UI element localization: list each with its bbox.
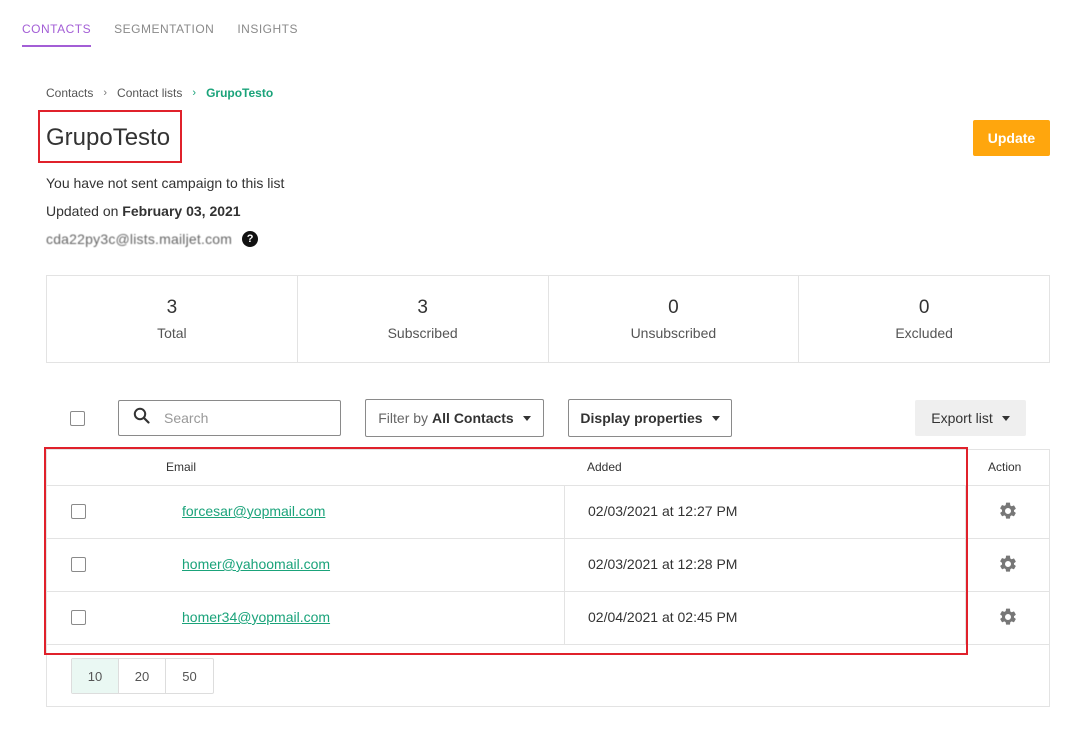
list-address: cda22py3c@lists.mailjet.com <box>46 231 233 247</box>
stat-subscribed: 3 Subscribed <box>298 276 549 362</box>
page-size-50[interactable]: 50 <box>166 659 213 693</box>
search-box[interactable] <box>118 400 341 436</box>
export-list-dropdown[interactable]: Export list <box>915 400 1026 436</box>
column-divider <box>965 486 966 538</box>
column-header-added: Added <box>587 460 622 474</box>
stat-value: 0 <box>918 297 930 318</box>
column-divider <box>564 592 565 644</box>
contact-email-link[interactable]: homer@yahoomail.com <box>182 556 330 572</box>
stat-value: 0 <box>668 297 679 318</box>
contact-added-date: 02/03/2021 at 12:27 PM <box>588 503 738 519</box>
caret-down-icon <box>522 415 531 421</box>
top-nav: CONTACTS SEGMENTATION INSIGHTS <box>22 20 321 47</box>
search-icon <box>133 407 150 429</box>
page-title: GrupoTesto <box>46 124 171 151</box>
row-checkbox[interactable] <box>71 504 86 519</box>
stat-label: Excluded <box>895 325 953 341</box>
display-properties-dropdown[interactable]: Display properties <box>568 399 732 437</box>
updated-on: Updated on February 03, 2021 <box>46 203 241 219</box>
contact-email-link[interactable]: forcesar@yopmail.com <box>182 503 325 519</box>
page-size-10[interactable]: 10 <box>72 659 119 693</box>
filter-value: All Contacts <box>432 410 514 426</box>
stat-value: 3 <box>166 297 178 318</box>
updated-prefix: Updated on <box>46 203 123 219</box>
contact-added-date: 02/03/2021 at 12:28 PM <box>588 556 738 572</box>
update-button[interactable]: Update <box>973 120 1050 156</box>
display-properties-label: Display properties <box>580 410 703 426</box>
table-row: forcesar@yopmail.com 02/03/2021 at 12:27… <box>47 486 1049 539</box>
breadcrumb-contact-lists[interactable]: Contact lists <box>117 86 182 100</box>
tab-insights[interactable]: INSIGHTS <box>237 20 298 47</box>
contact-email-link[interactable]: homer34@yopmail.com <box>182 609 330 625</box>
stats-panel: 3 Total 3 Subscribed 0 Unsubscribed 0 Ex… <box>46 275 1050 363</box>
table-row: homer@yahoomail.com 02/03/2021 at 12:28 … <box>47 539 1049 592</box>
column-divider <box>564 486 565 538</box>
stat-label: Subscribed <box>387 325 458 341</box>
gear-icon[interactable] <box>998 607 1018 627</box>
table-header: Email Added Action <box>47 450 1049 486</box>
stat-label: Total <box>157 325 187 341</box>
stat-value: 3 <box>417 297 428 318</box>
stat-excluded: 0 Excluded <box>799 276 1049 362</box>
stat-unsubscribed: 0 Unsubscribed <box>549 276 800 362</box>
breadcrumb-contacts[interactable]: Contacts <box>46 86 93 100</box>
help-icon[interactable]: ? <box>242 231 259 247</box>
filter-prefix: Filter by <box>378 410 429 426</box>
breadcrumb-current: GrupoTesto <box>206 86 274 100</box>
caret-down-icon <box>1001 415 1010 421</box>
column-divider <box>564 539 565 591</box>
row-checkbox[interactable] <box>71 557 86 572</box>
gear-icon[interactable] <box>998 554 1018 574</box>
stat-total: 3 Total <box>47 276 298 362</box>
caret-down-icon <box>711 415 720 421</box>
chevron-right-icon: › <box>103 87 108 99</box>
row-checkbox[interactable] <box>71 610 86 625</box>
column-header-email: Email <box>166 460 197 474</box>
chevron-right-icon: › <box>192 87 197 99</box>
search-input[interactable] <box>164 410 324 426</box>
page-size-20[interactable]: 20 <box>119 659 166 693</box>
updated-date: February 03, 2021 <box>122 203 241 219</box>
column-divider <box>965 539 966 591</box>
column-header-action: Action <box>988 460 1022 474</box>
page-size-selector: 10 20 50 <box>71 658 214 694</box>
contact-added-date: 02/04/2021 at 02:45 PM <box>588 609 738 625</box>
campaign-note: You have not sent campaign to this list <box>46 175 285 191</box>
select-all-checkbox[interactable] <box>70 411 85 426</box>
list-address-row: cda22py3c@lists.mailjet.com ? <box>46 231 259 247</box>
tab-segmentation[interactable]: SEGMENTATION <box>114 20 214 47</box>
contacts-table: Email Added Action forcesar@yopmail.com … <box>46 449 1050 707</box>
gear-icon[interactable] <box>998 501 1018 521</box>
filter-dropdown[interactable]: Filter by All Contacts <box>365 399 544 437</box>
export-list-label: Export list <box>931 410 993 426</box>
stat-label: Unsubscribed <box>630 325 717 341</box>
table-row: homer34@yopmail.com 02/04/2021 at 02:45 … <box>47 592 1049 645</box>
column-divider <box>965 592 966 644</box>
breadcrumb: Contacts › Contact lists › GrupoTesto <box>46 86 273 100</box>
tab-contacts[interactable]: CONTACTS <box>22 20 92 47</box>
